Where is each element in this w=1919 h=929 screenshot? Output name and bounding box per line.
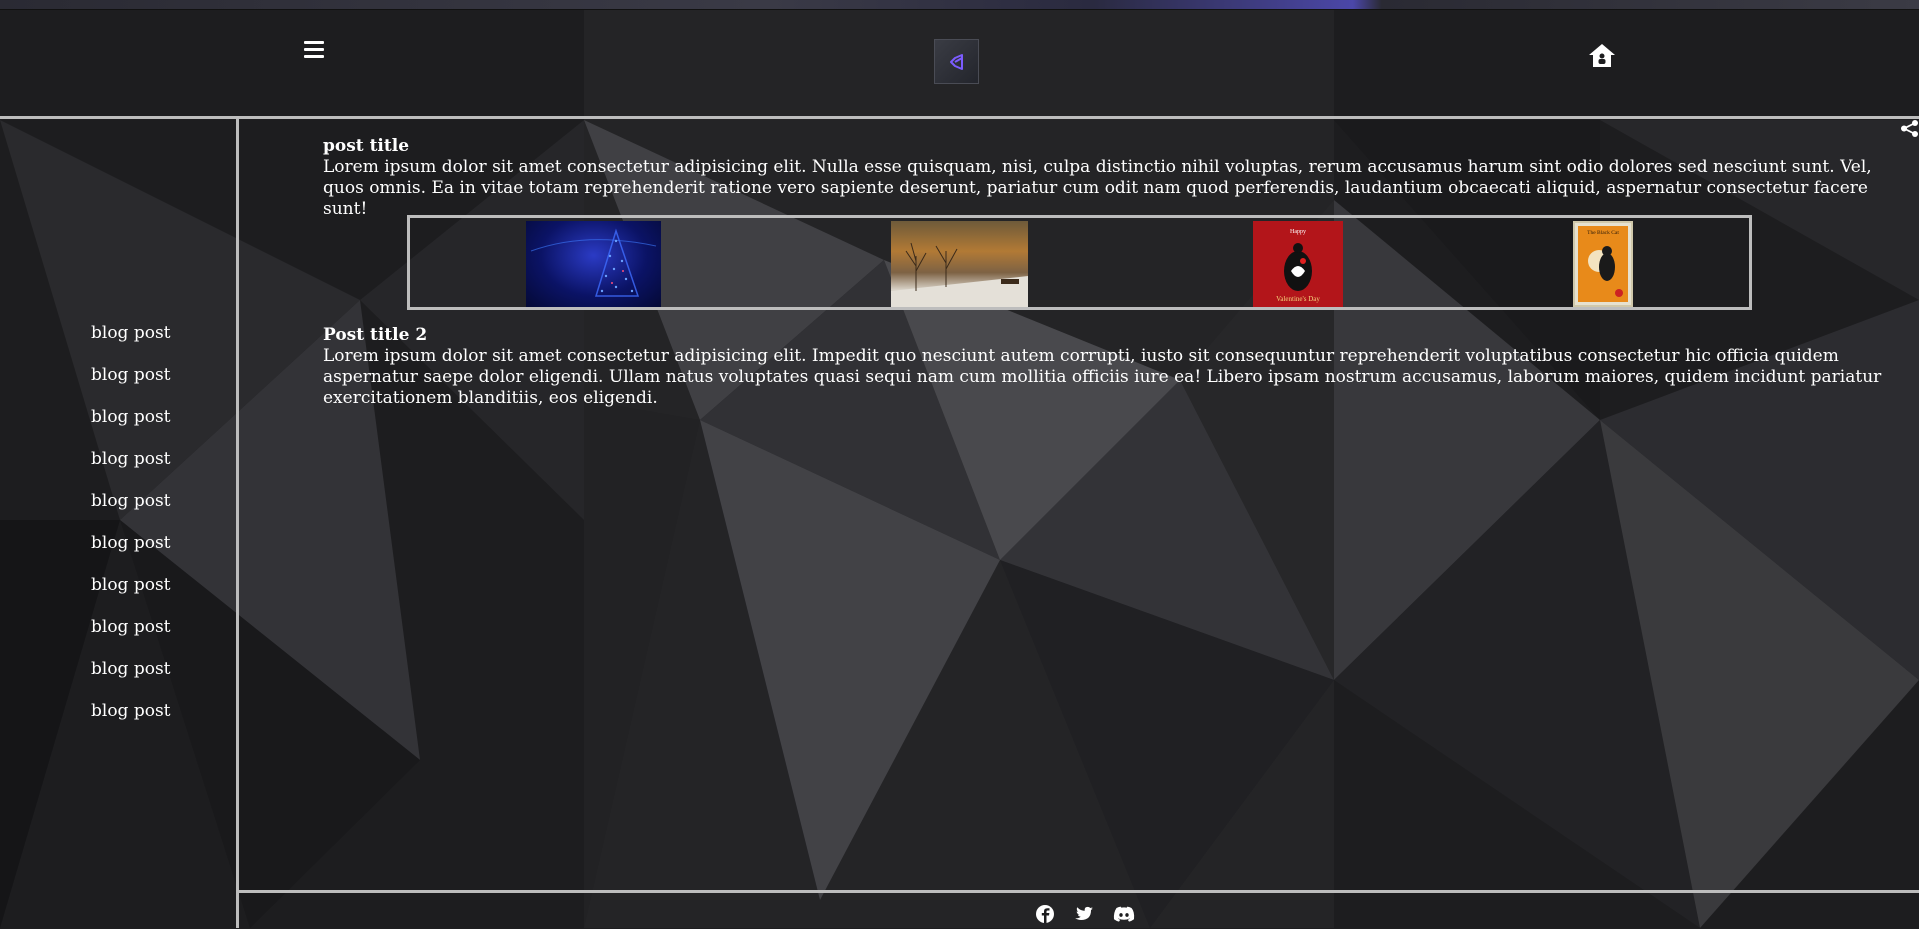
autumn-forest-image[interactable] <box>891 221 1028 307</box>
image-gallery: Happy Valentine's Day The Black Cat <box>407 215 1752 310</box>
header-divider <box>0 116 1919 119</box>
discord-link[interactable] <box>1112 903 1135 925</box>
home-icon <box>1589 44 1615 67</box>
facebook-icon <box>1036 905 1054 923</box>
home-button[interactable] <box>1588 42 1616 70</box>
facebook-link[interactable] <box>1034 903 1056 925</box>
sidebar-item-blog-post[interactable]: blog post <box>91 530 211 572</box>
visual-studio-logo-icon <box>949 53 963 70</box>
hamburger-menu-button[interactable] <box>300 37 328 63</box>
main-content: post title Lorem ipsum dolor sit amet co… <box>323 136 1913 408</box>
sidebar-divider <box>236 116 239 928</box>
sidebar-item-blog-post[interactable]: blog post <box>91 320 211 362</box>
christmas-tree-graphic <box>530 228 657 297</box>
share-button[interactable] <box>1900 119 1919 138</box>
post-title: post title <box>323 136 410 156</box>
hamburger-icon-bar <box>304 48 324 51</box>
discord-icon <box>1113 906 1135 922</box>
sidebar: blog post blog post blog post blog post … <box>0 320 236 740</box>
post-title: Post title 2 <box>323 325 428 345</box>
share-icon <box>1901 120 1918 137</box>
twitter-icon <box>1075 906 1093 920</box>
sidebar-item-blog-post[interactable]: blog post <box>91 488 211 530</box>
sidebar-item-blog-post[interactable]: blog post <box>91 698 211 740</box>
footer-divider <box>236 890 1919 893</box>
header <box>0 9 1919 117</box>
poster-top-text: The Black Cat <box>1587 230 1619 236</box>
post-body: Lorem ipsum dolor sit amet consectetur a… <box>323 157 1872 219</box>
christmas-tree-image[interactable] <box>526 221 661 307</box>
sidebar-item-blog-post[interactable]: blog post <box>91 614 211 656</box>
forest-graphic <box>891 242 1028 307</box>
valentine-caption: Valentine's Day <box>1276 295 1320 303</box>
logo[interactable] <box>934 39 979 84</box>
footer-social-links <box>1034 903 1135 927</box>
hamburger-icon-bar <box>304 55 324 58</box>
poster-graphic: The Black Cat <box>1578 226 1628 302</box>
post-1: post title Lorem ipsum dolor sit amet co… <box>323 136 1913 220</box>
valentine-graphic: Happy Valentine's Day <box>1276 229 1320 303</box>
sidebar-item-blog-post[interactable]: blog post <box>91 362 211 404</box>
twitter-link[interactable] <box>1073 903 1095 925</box>
sidebar-item-blog-post[interactable]: blog post <box>91 656 211 698</box>
valentine-top-text: Happy <box>1290 229 1306 235</box>
sidebar-item-blog-post[interactable]: blog post <box>91 446 211 488</box>
sidebar-item-blog-post[interactable]: blog post <box>91 572 211 614</box>
post-2: Post title 2 Lorem ipsum dolor sit amet … <box>323 325 1913 409</box>
hamburger-icon <box>304 41 324 44</box>
vintage-poster-image[interactable]: The Black Cat <box>1573 221 1633 307</box>
valentines-day-card-image[interactable]: Happy Valentine's Day <box>1253 221 1343 307</box>
sidebar-item-blog-post[interactable]: blog post <box>91 404 211 446</box>
post-body: Lorem ipsum dolor sit amet consectetur a… <box>323 346 1882 408</box>
